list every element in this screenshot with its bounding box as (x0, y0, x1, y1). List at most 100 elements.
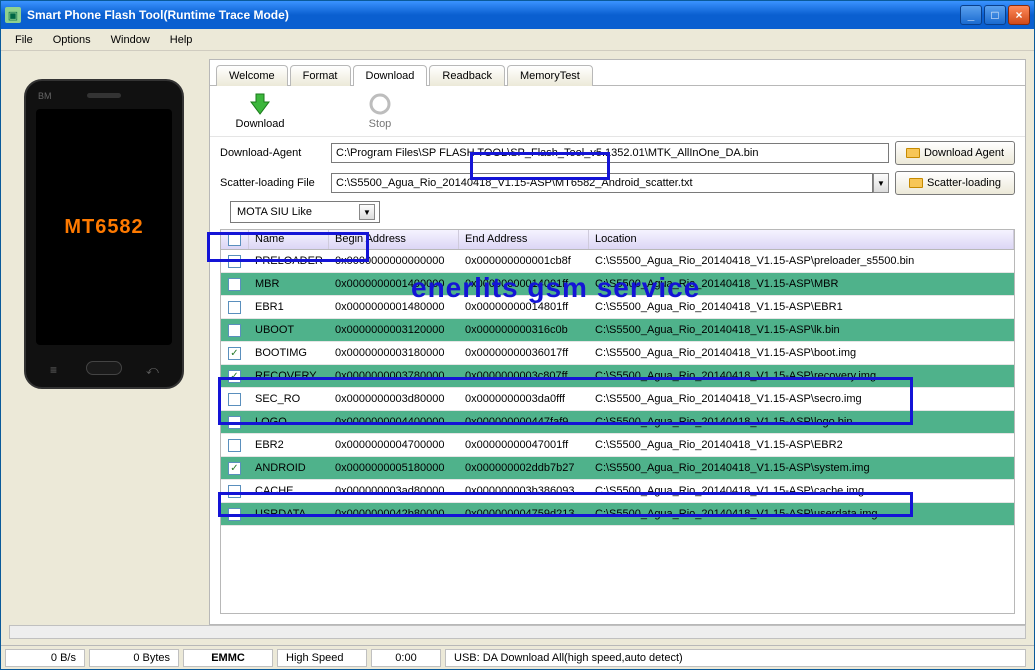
cell-begin: 0x0000000003120000 (329, 324, 459, 336)
partition-table: Name Begin Address End Address Location … (220, 229, 1015, 614)
download-mode-select[interactable]: MOTA SIU Like ▼ (230, 201, 380, 223)
cell-begin: 0x0000000000000000 (329, 255, 459, 267)
phone-model-label: MT6582 (64, 216, 143, 239)
cell-end: 0x000000000001cb8f (459, 255, 589, 267)
window-title: Smart Phone Flash Tool(Runtime Trace Mod… (27, 8, 960, 22)
tab-welcome[interactable]: Welcome (216, 65, 288, 86)
cell-end: 0x00000000014801ff (459, 301, 589, 313)
download-button-label: Download (236, 118, 285, 130)
table-row[interactable]: USRDATA0x0000000042b800000x000000004759d… (221, 503, 1014, 526)
table-row[interactable]: ✓ANDROID0x00000000051800000x000000002ddb… (221, 457, 1014, 480)
table-row[interactable]: CACHE0x000000003ad800000x000000003b38609… (221, 480, 1014, 503)
cell-name: UBOOT (249, 324, 329, 336)
cell-begin: 0x0000000004400000 (329, 416, 459, 428)
download-button[interactable]: Download (230, 92, 290, 130)
download-agent-button[interactable]: Download Agent (895, 141, 1015, 165)
cell-end: 0x00000000036017ff (459, 347, 589, 359)
folder-icon (909, 178, 923, 188)
cell-end: 0x000000000447faf9 (459, 416, 589, 428)
maximize-button[interactable]: □ (984, 5, 1006, 25)
header-end[interactable]: End Address (459, 230, 589, 249)
tab-download[interactable]: Download (353, 65, 428, 86)
table-row[interactable]: SEC_RO0x0000000003d800000x0000000003da0f… (221, 388, 1014, 411)
titlebar[interactable]: ▣ Smart Phone Flash Tool(Runtime Trace M… (1, 1, 1034, 29)
header-name[interactable]: Name (249, 230, 329, 249)
horizontal-scrollbar[interactable] (9, 625, 1026, 639)
table-row[interactable]: EBR10x00000000014800000x00000000014801ff… (221, 296, 1014, 319)
cell-end: 0x000000003b386093 (459, 485, 589, 497)
table-row[interactable]: ✓RECOVERY0x00000000037800000x0000000003c… (221, 365, 1014, 388)
cell-location: C:\S5500_Agua_Rio_20140418_V1.15-ASP\lk.… (589, 324, 1014, 336)
cell-name: RECOVERY (249, 370, 329, 382)
cell-location: C:\S5500_Agua_Rio_20140418_V1.15-ASP\pre… (589, 255, 1014, 267)
row-checkbox[interactable] (228, 508, 241, 521)
tab-format[interactable]: Format (290, 65, 351, 86)
download-arrow-icon (248, 92, 272, 116)
row-checkbox[interactable] (228, 301, 241, 314)
cell-name: USRDATA (249, 508, 329, 520)
table-row[interactable]: EBR20x00000000047000000x00000000047001ff… (221, 434, 1014, 457)
header-checkbox[interactable] (221, 230, 249, 249)
cell-location: C:\S5500_Agua_Rio_20140418_V1.15-ASP\EBR… (589, 439, 1014, 451)
row-checkbox[interactable] (228, 324, 241, 337)
status-speed: 0 B/s (5, 649, 85, 667)
row-checkbox[interactable] (228, 485, 241, 498)
cell-end: 0x000000002ddb7b27 (459, 462, 589, 474)
cell-location: C:\S5500_Agua_Rio_20140418_V1.15-ASP\log… (589, 416, 1014, 428)
header-location[interactable]: Location (589, 230, 1014, 249)
cell-location: C:\S5500_Agua_Rio_20140418_V1.15-ASP\use… (589, 508, 1014, 520)
cell-location: C:\S5500_Agua_Rio_20140418_V1.15-ASP\sec… (589, 393, 1014, 405)
row-checkbox[interactable]: ✓ (228, 347, 241, 360)
phone-menu-icon: ≡ (50, 363, 62, 373)
row-checkbox[interactable] (228, 439, 241, 452)
menu-help[interactable]: Help (160, 32, 203, 48)
scatter-dropdown-icon[interactable]: ▼ (873, 173, 889, 193)
cell-name: ANDROID (249, 462, 329, 474)
status-bytes: 0 Bytes (89, 649, 179, 667)
cell-begin: 0x0000000001400000 (329, 278, 459, 290)
chevron-down-icon: ▼ (359, 204, 375, 220)
table-row[interactable]: LOGO0x00000000044000000x000000000447faf9… (221, 411, 1014, 434)
menu-window[interactable]: Window (101, 32, 160, 48)
minimize-button[interactable]: _ (960, 5, 982, 25)
cell-begin: 0x0000000001480000 (329, 301, 459, 313)
stop-button-label: Stop (369, 118, 392, 130)
menu-file[interactable]: File (5, 32, 43, 48)
cell-end: 0x0000000003c807ff (459, 370, 589, 382)
download-agent-button-label: Download Agent (924, 147, 1004, 159)
menu-options[interactable]: Options (43, 32, 101, 48)
status-usb: USB: DA Download All(high speed,auto det… (445, 649, 1026, 667)
table-row[interactable]: UBOOT0x00000000031200000x000000000316c0b… (221, 319, 1014, 342)
scatter-file-input[interactable] (331, 173, 873, 193)
row-checkbox[interactable] (228, 416, 241, 429)
row-checkbox[interactable] (228, 255, 241, 268)
cell-name: SEC_RO (249, 393, 329, 405)
table-row[interactable]: MBR0x00000000014000000x00000000014001ffC… (221, 273, 1014, 296)
tab-memorytest[interactable]: MemoryTest (507, 65, 593, 86)
cell-name: MBR (249, 278, 329, 290)
da-label: Download-Agent (220, 147, 325, 159)
tab-readback[interactable]: Readback (429, 65, 505, 86)
row-checkbox[interactable] (228, 393, 241, 406)
stop-icon (368, 92, 392, 116)
app-icon: ▣ (5, 7, 21, 23)
scatter-loading-button[interactable]: Scatter-loading (895, 171, 1015, 195)
status-mode: High Speed (277, 649, 367, 667)
folder-icon (906, 148, 920, 158)
scatter-label: Scatter-loading File (220, 177, 325, 189)
row-checkbox[interactable] (228, 278, 241, 291)
table-row[interactable]: ✓BOOTIMG0x00000000031800000x000000000360… (221, 342, 1014, 365)
close-button[interactable]: × (1008, 5, 1030, 25)
cell-end: 0x000000000316c0b (459, 324, 589, 336)
row-checkbox[interactable]: ✓ (228, 370, 241, 383)
cell-begin: 0x0000000042b80000 (329, 508, 459, 520)
app-window: ▣ Smart Phone Flash Tool(Runtime Trace M… (0, 0, 1035, 670)
download-agent-input[interactable] (331, 143, 889, 163)
table-row[interactable]: PRELOADER0x00000000000000000x00000000000… (221, 250, 1014, 273)
status-time: 0:00 (371, 649, 441, 667)
cell-name: EBR2 (249, 439, 329, 451)
header-begin[interactable]: Begin Address (329, 230, 459, 249)
stop-button[interactable]: Stop (350, 92, 410, 130)
row-checkbox[interactable]: ✓ (228, 462, 241, 475)
scatter-loading-button-label: Scatter-loading (927, 177, 1001, 189)
